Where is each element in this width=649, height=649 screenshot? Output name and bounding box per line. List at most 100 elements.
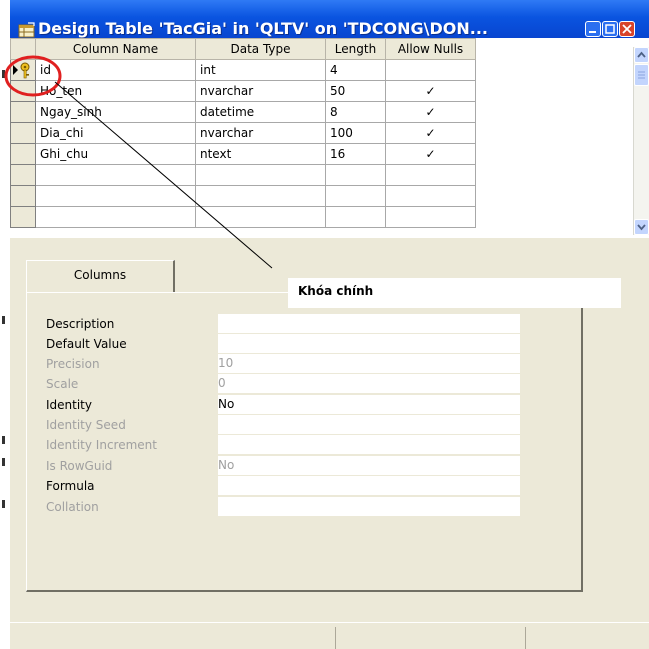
table-row[interactable]: Ghi_chu ntext 16 ✓: [10, 143, 476, 165]
cell-allow-nulls[interactable]: ✓: [385, 122, 476, 144]
callout-box: Khóa chính: [288, 278, 621, 308]
left-edge-strip: [0, 0, 10, 649]
status-pane: [525, 627, 649, 649]
cell-column-name[interactable]: Ngay_sinh: [35, 101, 196, 123]
cell-allow-nulls[interactable]: [385, 59, 476, 81]
cell-column-name[interactable]: Ghi_chu: [35, 143, 196, 165]
prop-label-collation: Collation: [46, 500, 99, 514]
prop-value-identity-increment: [218, 435, 520, 455]
empty-cell[interactable]: [35, 206, 196, 228]
prop-label-scale: Scale: [46, 377, 79, 391]
tab-columns[interactable]: Columns: [26, 260, 175, 293]
empty-cell[interactable]: [325, 164, 386, 186]
prop-label-identity: Identity: [46, 398, 92, 412]
prop-label-description: Description: [46, 317, 115, 331]
empty-cell[interactable]: [195, 164, 326, 186]
close-icon: [622, 24, 632, 34]
empty-cell[interactable]: [385, 206, 476, 228]
scroll-thumb[interactable]: [634, 64, 649, 86]
empty-cell[interactable]: [35, 185, 196, 207]
window-title: Design Table 'TacGia' in 'QLTV' on 'TDCO…: [38, 19, 488, 38]
chevron-up-icon: [637, 51, 646, 58]
cell-data-type[interactable]: int: [195, 59, 326, 81]
column-header-length[interactable]: Length: [325, 38, 386, 60]
close-button[interactable]: [619, 21, 635, 37]
empty-cell[interactable]: [195, 206, 326, 228]
column-header-name[interactable]: Column Name: [35, 38, 196, 60]
prop-value-identity-seed: [218, 415, 520, 435]
title-bar[interactable]: Design Table 'TacGia' in 'QLTV' on 'TDCO…: [10, 0, 649, 38]
tab-columns-label: Columns: [73, 268, 127, 282]
empty-row[interactable]: [10, 185, 476, 207]
edge-mark: [2, 436, 5, 444]
prop-value-description[interactable]: [218, 314, 520, 334]
table-design-icon: [18, 22, 35, 38]
row-selector[interactable]: [10, 164, 36, 186]
empty-cell[interactable]: [35, 164, 196, 186]
grip-icon: [638, 71, 645, 79]
scroll-up-button[interactable]: [634, 47, 649, 63]
cell-allow-nulls[interactable]: ✓: [385, 143, 476, 165]
row-selector[interactable]: [10, 143, 36, 165]
grid-header-row: Column Name Data Type Length Allow Nulls: [10, 38, 476, 60]
row-selector[interactable]: [10, 122, 36, 144]
prop-label-is-rowguid: Is RowGuid: [46, 459, 113, 473]
row-selector[interactable]: [10, 101, 36, 123]
maximize-button[interactable]: [602, 21, 618, 37]
prop-value-formula[interactable]: [218, 476, 520, 496]
cell-allow-nulls[interactable]: ✓: [385, 101, 476, 123]
row-selector[interactable]: [10, 206, 36, 228]
empty-row[interactable]: [10, 206, 476, 228]
table-row[interactable]: Ngay_sinh datetime 8 ✓: [10, 101, 476, 123]
cell-length[interactable]: 100: [325, 122, 386, 144]
cell-column-name[interactable]: id: [35, 59, 196, 81]
column-header-type[interactable]: Data Type: [195, 38, 326, 60]
cell-length[interactable]: 50: [325, 80, 386, 102]
cell-data-type[interactable]: nvarchar: [195, 80, 326, 102]
cell-column-name[interactable]: Ho_ten: [35, 80, 196, 102]
grid-corner: [10, 38, 36, 60]
vertical-scrollbar[interactable]: [633, 47, 649, 235]
empty-cell[interactable]: [195, 185, 326, 207]
prop-label-identity-increment: Identity Increment: [46, 438, 157, 452]
cell-allow-nulls[interactable]: ✓: [385, 80, 476, 102]
prop-value-default-value[interactable]: [218, 334, 520, 354]
column-header-nulls[interactable]: Allow Nulls: [385, 38, 476, 60]
empty-row[interactable]: [10, 164, 476, 186]
prop-value-identity[interactable]: No: [218, 395, 520, 415]
cell-length[interactable]: 8: [325, 101, 386, 123]
table-row[interactable]: Dia_chi nvarchar 100 ✓: [10, 122, 476, 144]
table-row[interactable]: id int 4: [10, 59, 476, 81]
cell-length[interactable]: 4: [325, 59, 386, 81]
empty-cell[interactable]: [385, 164, 476, 186]
scroll-down-button[interactable]: [634, 219, 649, 235]
column-grid-table: Column Name Data Type Length Allow Nulls: [10, 38, 476, 228]
status-bar: [10, 622, 649, 649]
edge-mark: [2, 458, 5, 466]
edge-mark: [2, 316, 5, 324]
table-row[interactable]: Ho_ten nvarchar 50 ✓: [10, 80, 476, 102]
empty-cell[interactable]: [385, 185, 476, 207]
empty-cell[interactable]: [325, 206, 386, 228]
status-pane: [335, 627, 526, 649]
prop-value-is-rowguid: No: [218, 456, 520, 476]
cell-data-type[interactable]: nvarchar: [195, 122, 326, 144]
cell-column-name[interactable]: Dia_chi: [35, 122, 196, 144]
minimize-icon: [589, 31, 596, 33]
prop-value-precision: 10: [218, 354, 520, 374]
design-table-window: Design Table 'TacGia' in 'QLTV' on 'TDCO…: [10, 0, 649, 649]
cell-data-type[interactable]: ntext: [195, 143, 326, 165]
empty-cell[interactable]: [325, 185, 386, 207]
prop-label-formula: Formula: [46, 479, 95, 493]
prop-value-scale: 0: [218, 374, 520, 394]
minimize-button[interactable]: [585, 21, 601, 37]
row-selector[interactable]: [10, 80, 36, 102]
row-selector[interactable]: [10, 185, 36, 207]
column-grid[interactable]: Column Name Data Type Length Allow Nulls: [10, 38, 649, 238]
row-selector[interactable]: [10, 59, 36, 81]
cell-length[interactable]: 16: [325, 143, 386, 165]
prop-value-collation: [218, 497, 520, 517]
cell-data-type[interactable]: datetime: [195, 101, 326, 123]
maximize-icon: [605, 24, 615, 34]
callout-text: Khóa chính: [298, 284, 374, 298]
